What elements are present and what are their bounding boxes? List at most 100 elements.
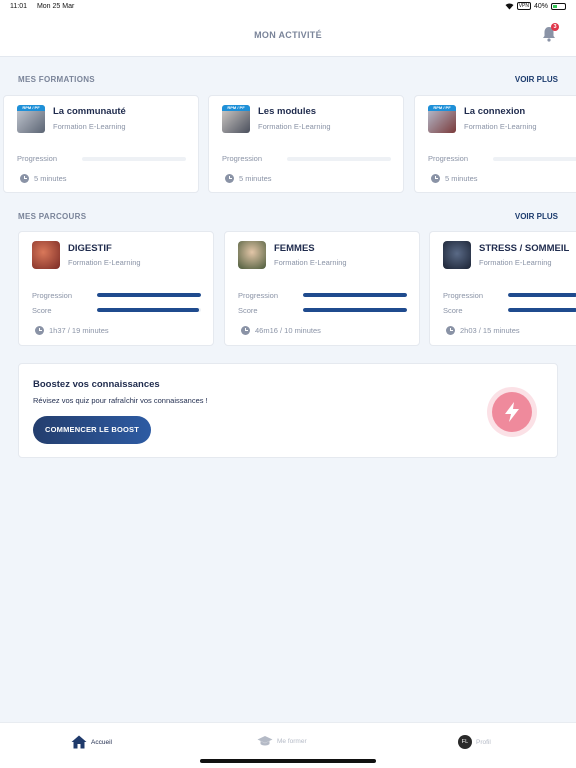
formation-subtitle: Formation E-Learning [464, 122, 537, 131]
duration: 5 minutes [431, 174, 478, 183]
clock-icon [431, 174, 440, 183]
formations-see-more-link[interactable]: VOIR PLUS [515, 75, 558, 84]
avatar: FL [458, 735, 472, 749]
header: MON ACTIVITÉ 3 [0, 14, 576, 57]
score-label: Score [32, 306, 52, 315]
formation-thumbnail: RPM / PF [428, 105, 456, 133]
wifi-icon [505, 2, 514, 10]
progress-label: Progression [17, 154, 58, 163]
score-label: Score [443, 306, 463, 315]
progress-label: Progression [428, 154, 469, 163]
duration-text: 5 minutes [239, 174, 272, 183]
battery-level [553, 4, 558, 8]
parcours-title: FEMMES [274, 243, 315, 254]
progress-bar [97, 293, 201, 297]
progress-fill [97, 293, 201, 297]
duration: 5 minutes [20, 174, 67, 183]
clock-icon [35, 326, 44, 335]
tab-accueil[interactable]: Accueil [71, 735, 112, 749]
formations-title: MES FORMATIONS [18, 75, 95, 84]
boost-title: Boostez vos connaissances [33, 379, 160, 390]
formations-section-header: MES FORMATIONS VOIR PLUS [18, 75, 558, 84]
parcours-card[interactable]: STRESS / SOMMEIL Formation E-Learning Pr… [429, 231, 576, 346]
duration: 2h03 / 15 minutes [446, 326, 520, 335]
formation-title: La communauté [53, 106, 126, 117]
graduation-cap-icon [257, 736, 273, 746]
formation-subtitle: Formation E-Learning [258, 122, 331, 131]
parcours-title: DIGESTIF [68, 243, 112, 254]
progress-bar [82, 157, 186, 161]
progress-bar [493, 157, 576, 161]
page-title: MON ACTIVITÉ [254, 30, 322, 40]
progress-label: Progression [443, 291, 484, 300]
progress-label: Progression [32, 291, 73, 300]
formation-title: La connexion [464, 106, 526, 117]
duration: 46m16 / 10 minutes [241, 326, 321, 335]
parcours-title: MES PARCOURS [18, 212, 87, 221]
progress-label: Progression [238, 291, 279, 300]
progress-fill [508, 293, 576, 297]
formation-subtitle: Formation E-Learning [53, 122, 126, 131]
battery-icon [551, 2, 566, 10]
duration-text: 5 minutes [34, 174, 67, 183]
parcours-title: STRESS / SOMMEIL [479, 243, 570, 254]
battery-percent: 40% [533, 2, 548, 10]
clock-icon [446, 326, 455, 335]
parcours-subtitle: Formation E-Learning [274, 258, 347, 267]
progress-bar [287, 157, 391, 161]
status-bar: 11:01 Mon 25 Mar VPN 40% [0, 0, 576, 14]
parcours-card[interactable]: FEMMES Formation E-Learning Progression … [224, 231, 420, 346]
score-bar [303, 308, 407, 312]
vpn-badge: VPN [516, 2, 531, 10]
progress-label: Progression [222, 154, 263, 163]
duration-text: 5 minutes [445, 174, 478, 183]
clock-icon [20, 174, 29, 183]
progress-fill [303, 293, 407, 297]
parcours-thumbnail [443, 241, 471, 269]
notifications-button[interactable]: 3 [542, 23, 559, 44]
duration-text: 1h37 / 19 minutes [49, 326, 109, 335]
status-time: 11:01 [10, 3, 27, 10]
notification-badge: 3 [551, 23, 559, 31]
formation-card[interactable]: RPM / PF Les modules Formation E-Learnin… [208, 95, 404, 193]
thumbnail-tag: RPM / PF [17, 105, 45, 111]
home-indicator [200, 759, 376, 763]
duration: 5 minutes [225, 174, 272, 183]
formation-thumbnail: RPM / PF [17, 105, 45, 133]
boost-card: Boostez vos connaissances Révisez vos qu… [18, 363, 558, 458]
progress-bar [508, 293, 576, 297]
progress-bar [303, 293, 407, 297]
score-label: Score [238, 306, 258, 315]
parcours-thumbnail [32, 241, 60, 269]
clock-icon [241, 326, 250, 335]
tab-label: Me former [277, 737, 307, 745]
status-date: Mon 25 Mar [36, 3, 75, 10]
thumbnail-tag: RPM / PF [222, 105, 250, 111]
parcours-subtitle: Formation E-Learning [68, 258, 141, 267]
score-fill [303, 308, 407, 312]
score-bar [508, 308, 576, 312]
tab-profil[interactable]: FL Profil [458, 735, 491, 749]
duration: 1h37 / 19 minutes [35, 326, 109, 335]
formation-card[interactable]: RPM / PF La communauté Formation E-Learn… [3, 95, 199, 193]
start-boost-button[interactable]: COMMENCER LE BOOST [33, 416, 151, 444]
lightning-icon [492, 392, 532, 432]
parcours-thumbnail [238, 241, 266, 269]
boost-subtitle: Révisez vos quiz pour rafraîchir vos con… [33, 396, 208, 405]
parcours-subtitle: Formation E-Learning [479, 258, 552, 267]
boost-icon-badge [487, 387, 537, 437]
duration-text: 46m16 / 10 minutes [255, 326, 321, 335]
tab-label: Profil [476, 738, 491, 746]
duration-text: 2h03 / 15 minutes [460, 326, 520, 335]
parcours-section-header: MES PARCOURS VOIR PLUS [18, 212, 558, 221]
parcours-see-more-link[interactable]: VOIR PLUS [515, 212, 558, 221]
formation-card[interactable]: RPM / PF La connexion Formation E-Learni… [414, 95, 576, 193]
tab-me-former[interactable]: Me former [257, 735, 307, 747]
thumbnail-tag: RPM / PF [428, 105, 456, 111]
parcours-card[interactable]: DIGESTIF Formation E-Learning Progressio… [18, 231, 214, 346]
home-icon [71, 735, 87, 749]
formation-thumbnail: RPM / PF [222, 105, 250, 133]
formation-title: Les modules [258, 106, 317, 117]
score-fill [97, 308, 199, 312]
clock-icon [225, 174, 234, 183]
